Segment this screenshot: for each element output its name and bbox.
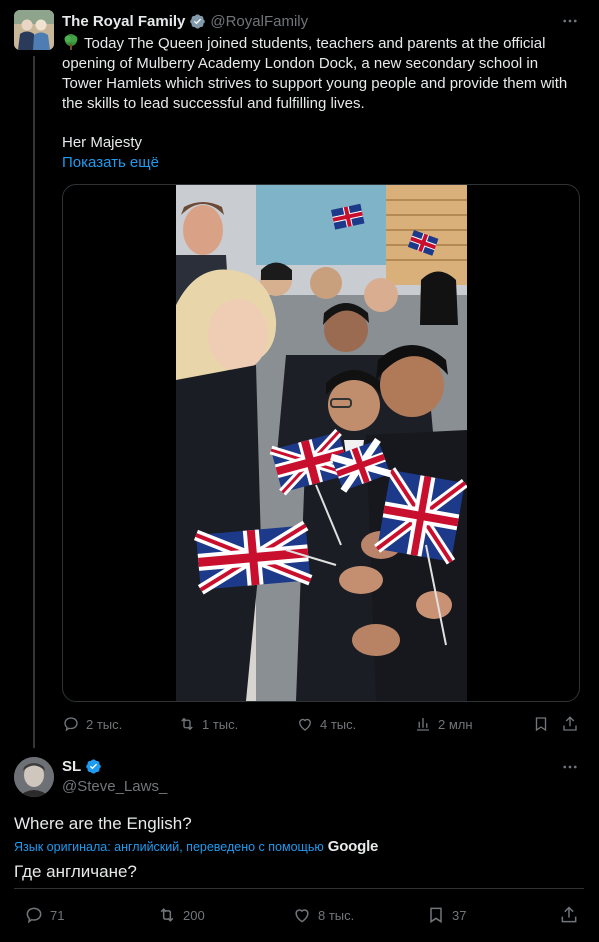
views-count: 2 млн bbox=[438, 716, 473, 732]
verified-badge-icon bbox=[86, 759, 101, 774]
retweet-icon bbox=[160, 908, 174, 922]
avatar[interactable] bbox=[14, 757, 54, 797]
views-icon bbox=[417, 718, 429, 731]
tweet-text: Today The Queen joined students, teacher… bbox=[62, 33, 582, 114]
like-button[interactable]: 8 тыс. bbox=[292, 905, 354, 925]
reply-header: SL bbox=[62, 758, 106, 775]
like-icon bbox=[295, 909, 309, 923]
bookmark-icon bbox=[430, 907, 442, 924]
bookmark-icon bbox=[535, 717, 547, 732]
reply-button[interactable]: 2 тыс. bbox=[62, 715, 122, 733]
reply-icon bbox=[64, 717, 78, 732]
google-logo: Google bbox=[327, 838, 379, 855]
like-button[interactable]: 4 тыс. bbox=[296, 715, 356, 733]
more-icon[interactable] bbox=[561, 758, 579, 776]
retweet-button[interactable]: 1 тыс. bbox=[178, 715, 238, 733]
share-button[interactable] bbox=[561, 715, 585, 733]
show-more-link[interactable]: Показать ещё bbox=[62, 153, 159, 173]
share-button[interactable] bbox=[559, 905, 585, 925]
bookmark-count: 37 bbox=[452, 907, 467, 923]
avatar[interactable] bbox=[14, 10, 54, 50]
like-icon bbox=[299, 718, 311, 731]
bookmark-button[interactable] bbox=[532, 715, 556, 733]
tweet-header: The Royal Family @RoyalFamily bbox=[62, 11, 308, 31]
video-media[interactable] bbox=[62, 184, 580, 702]
translated-text: Где англичане? bbox=[14, 862, 137, 881]
bookmark-button[interactable]: 37 bbox=[426, 905, 466, 925]
views-button[interactable]: 2 млн bbox=[414, 715, 473, 733]
retweet-button[interactable]: 200 bbox=[157, 905, 205, 925]
reply-button[interactable]: 71 bbox=[24, 905, 64, 925]
video-frame[interactable] bbox=[176, 185, 467, 701]
reply-icon bbox=[26, 907, 42, 924]
like-count: 8 тыс. bbox=[318, 907, 355, 923]
translation-note-text: Язык оригинала: английский, переведено с… bbox=[14, 839, 324, 854]
author-name[interactable]: SL bbox=[62, 758, 81, 775]
tree-icon bbox=[64, 34, 78, 50]
share-icon bbox=[563, 716, 577, 731]
like-count: 4 тыс. bbox=[320, 716, 357, 732]
author-handle[interactable]: @Steve_Laws_ bbox=[62, 778, 167, 795]
thread-line bbox=[33, 56, 35, 748]
translation-note[interactable]: Язык оригинала: английский, переведено с… bbox=[14, 838, 378, 855]
tweet-body: Today The Queen joined students, teacher… bbox=[62, 35, 568, 112]
retweet-count: 1 тыс. bbox=[202, 716, 239, 732]
more-icon[interactable] bbox=[561, 12, 579, 30]
reply-text: Where are the English? bbox=[14, 814, 192, 833]
reply-count: 2 тыс. bbox=[86, 716, 123, 732]
share-icon bbox=[561, 906, 577, 923]
author-handle[interactable]: @RoyalFamily bbox=[210, 13, 308, 30]
retweet-icon bbox=[181, 717, 193, 731]
verified-badge-icon bbox=[190, 14, 206, 28]
tweet-text-line2: Her Majesty bbox=[62, 134, 143, 151]
reply-count: 71 bbox=[50, 907, 65, 923]
author-name[interactable]: The Royal Family bbox=[62, 13, 185, 30]
divider bbox=[14, 888, 584, 889]
retweet-count: 200 bbox=[183, 907, 205, 923]
